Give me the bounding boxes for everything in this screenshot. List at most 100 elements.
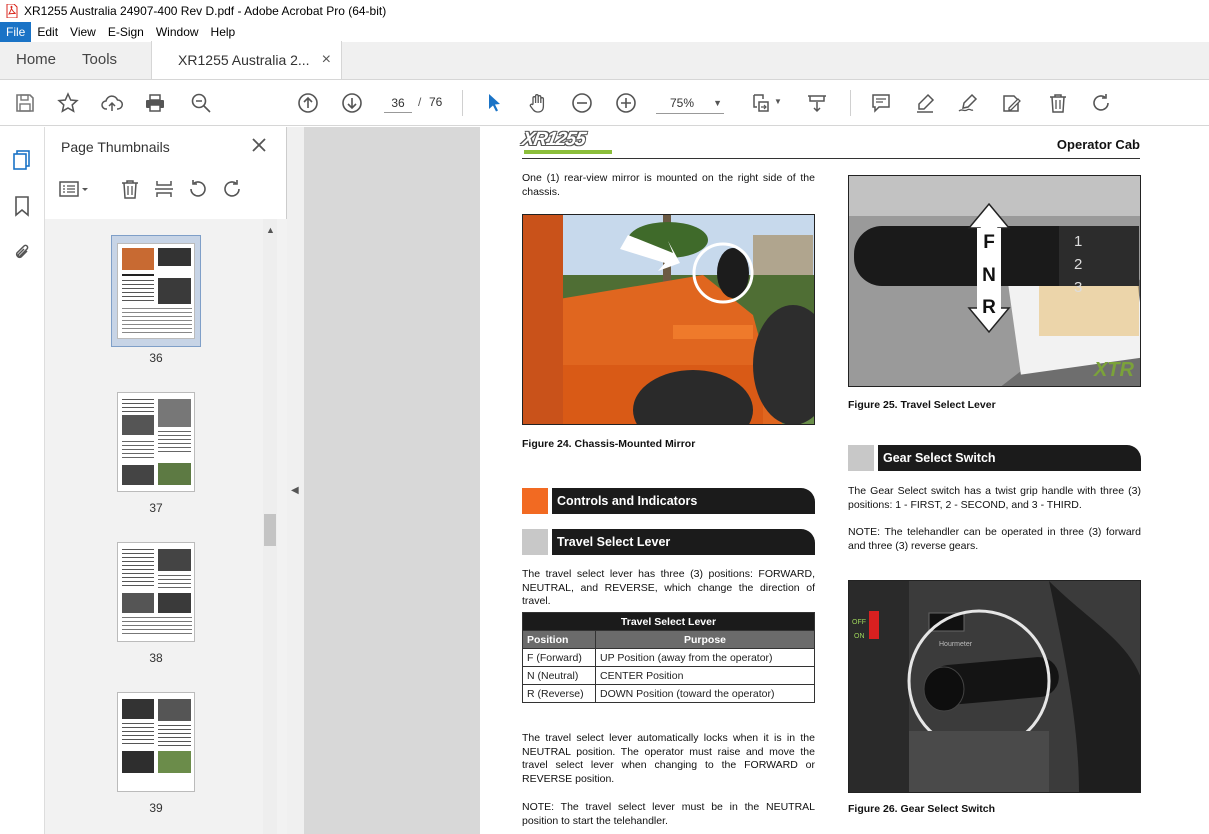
tab-home[interactable]: Home xyxy=(0,41,72,79)
mirror-paragraph: One (1) rear-view mirror is mounted on t… xyxy=(522,172,815,198)
thumbnail-label-39: 39 xyxy=(149,801,163,815)
neutral-note: NOTE: The travel select lever must be in… xyxy=(522,801,815,827)
tab-tools[interactable]: Tools xyxy=(72,41,133,79)
document-viewer: XR1255 Operator Cab One (1) rear-view mi… xyxy=(304,127,1209,834)
switch-label-off: OFF xyxy=(852,619,866,626)
menu-window[interactable]: Window xyxy=(150,22,205,42)
menu-edit[interactable]: Edit xyxy=(31,22,64,42)
table-cell: R (Reverse) xyxy=(522,684,596,703)
section-gear-select: Gear Select Switch xyxy=(848,445,1141,471)
xr1255-logo: XR1255 xyxy=(520,129,587,150)
menu-help[interactable]: Help xyxy=(205,22,242,42)
gear-paragraph: The Gear Select switch has a twist grip … xyxy=(848,485,1141,511)
section-marker-orange xyxy=(522,488,548,514)
table-header-position: Position xyxy=(522,630,596,649)
figure-25-image: F N R 1 2 3 XTR xyxy=(848,175,1141,387)
left-navigation-rail xyxy=(0,127,45,834)
page-fit-icon[interactable] xyxy=(750,92,772,114)
bookmark-icon[interactable] xyxy=(11,195,33,217)
panel-splitter[interactable]: ◀ xyxy=(287,127,304,834)
page-header-title: Operator Cab xyxy=(1056,137,1140,152)
page-number-input[interactable]: 36 xyxy=(384,93,412,113)
window-title: XR1255 Australia 24907-400 Rev D.pdf - A… xyxy=(24,4,387,18)
table-row: F (Forward) UP Position (away from the o… xyxy=(522,648,815,667)
previous-page-icon[interactable] xyxy=(297,92,319,114)
page-thumbnails-icon[interactable] xyxy=(11,149,33,171)
collapse-panel-icon[interactable]: ◀ xyxy=(291,485,299,496)
fill-sign-icon[interactable] xyxy=(1001,92,1023,114)
table-cell: UP Position (away from the operator) xyxy=(595,648,815,667)
print-icon[interactable] xyxy=(144,92,166,114)
zoom-out-icon[interactable] xyxy=(571,92,593,114)
menu-esign[interactable]: E-Sign xyxy=(102,22,150,42)
zoom-search-icon[interactable] xyxy=(190,92,212,114)
tab-close-icon[interactable]: × xyxy=(322,41,331,79)
highlight-pen-icon[interactable] xyxy=(914,92,936,114)
thumbnail-page-37[interactable] xyxy=(117,392,195,492)
lever-label-r: R xyxy=(982,297,996,318)
next-page-icon[interactable] xyxy=(341,92,363,114)
gear-label-1: 1 xyxy=(1074,233,1082,250)
rotate-ccw-icon[interactable] xyxy=(187,178,209,203)
lever-label-n: N xyxy=(982,265,996,286)
pdf-page: XR1255 Operator Cab One (1) rear-view mi… xyxy=(480,127,1183,834)
figure-24-image xyxy=(522,214,815,425)
close-icon[interactable] xyxy=(251,137,267,153)
table-row: R (Reverse) DOWN Position (toward the op… xyxy=(522,684,815,703)
table-cell: F (Forward) xyxy=(522,648,596,667)
toolbar-divider xyxy=(462,90,463,116)
rotate-cw-icon[interactable] xyxy=(221,178,243,203)
thumbnail-page-38[interactable] xyxy=(117,542,195,642)
window-titlebar: XR1255 Australia 24907-400 Rev D.pdf - A… xyxy=(0,0,1209,22)
zoom-value: 75% xyxy=(670,96,695,110)
select-cursor-icon[interactable] xyxy=(483,92,505,114)
section-travel-title: Travel Select Lever xyxy=(552,529,815,555)
bookmark-star-icon[interactable] xyxy=(57,92,79,114)
page-separator: / xyxy=(418,95,422,109)
menu-file[interactable]: File xyxy=(0,22,32,42)
comment-icon[interactable] xyxy=(870,92,892,114)
delete-page-icon[interactable] xyxy=(119,178,141,203)
section-marker-gray xyxy=(848,445,874,471)
thumbnail-toolbar xyxy=(59,177,269,201)
attachment-paperclip-icon[interactable] xyxy=(11,241,33,263)
page-fit-dropdown-icon[interactable]: ▼ xyxy=(774,97,782,106)
thumbnail-label-37: 37 xyxy=(149,501,163,515)
rotate-icon[interactable] xyxy=(1090,92,1112,114)
table-title: Travel Select Lever xyxy=(522,612,815,631)
hourmeter-label: Hourmeter xyxy=(939,641,973,648)
figure-26-image: OFF ON Hourmeter xyxy=(848,580,1141,793)
menu-bar: File Edit View E-Sign Window Help xyxy=(0,22,1209,42)
thumbnail-page-36[interactable] xyxy=(117,243,195,339)
tab-bar: Home Tools XR1255 Australia 2... × xyxy=(0,41,1209,80)
thumbnail-options-icon[interactable] xyxy=(59,179,91,202)
save-icon[interactable] xyxy=(14,92,36,114)
lock-paragraph: The travel select lever automatically lo… xyxy=(522,732,815,785)
figure-25-caption: Figure 25. Travel Select Lever xyxy=(848,399,996,411)
table-cell: N (Neutral) xyxy=(522,666,596,685)
viewer-right-margin xyxy=(1182,127,1209,834)
page-thumbnails-panel: Page Thumbnails 36 37 38 39 ▲ xyxy=(45,127,287,834)
thumbnail-page-39[interactable] xyxy=(117,692,195,792)
gear-label-2: 2 xyxy=(1074,256,1082,273)
travel-select-table: Travel Select Lever Position Purpose F (… xyxy=(522,612,815,703)
zoom-in-icon[interactable] xyxy=(615,92,637,114)
scroll-mode-icon[interactable] xyxy=(806,92,828,114)
cloud-upload-icon[interactable] xyxy=(101,92,123,114)
table-header-purpose: Purpose xyxy=(595,630,815,649)
extract-page-icon[interactable] xyxy=(153,178,175,203)
thumbnail-label-38: 38 xyxy=(149,651,163,665)
table-row: N (Neutral) CENTER Position xyxy=(522,666,815,685)
hand-tool-icon[interactable] xyxy=(527,92,549,114)
zoom-select[interactable]: 75% ▼ xyxy=(656,92,724,114)
delete-trash-icon[interactable] xyxy=(1047,92,1069,114)
table-cell: CENTER Position xyxy=(595,666,815,685)
figure-24-caption: Figure 24. Chassis-Mounted Mirror xyxy=(522,438,696,450)
lever-label-f: F xyxy=(983,232,995,253)
sign-pen-icon[interactable] xyxy=(957,92,979,114)
tab-document[interactable]: XR1255 Australia 2... × xyxy=(151,41,342,79)
thumbnail-scrollbar-thumb[interactable] xyxy=(264,514,276,546)
section-gear-title: Gear Select Switch xyxy=(878,445,1141,471)
menu-view[interactable]: View xyxy=(64,22,102,42)
scroll-up-icon[interactable]: ▲ xyxy=(266,225,275,235)
